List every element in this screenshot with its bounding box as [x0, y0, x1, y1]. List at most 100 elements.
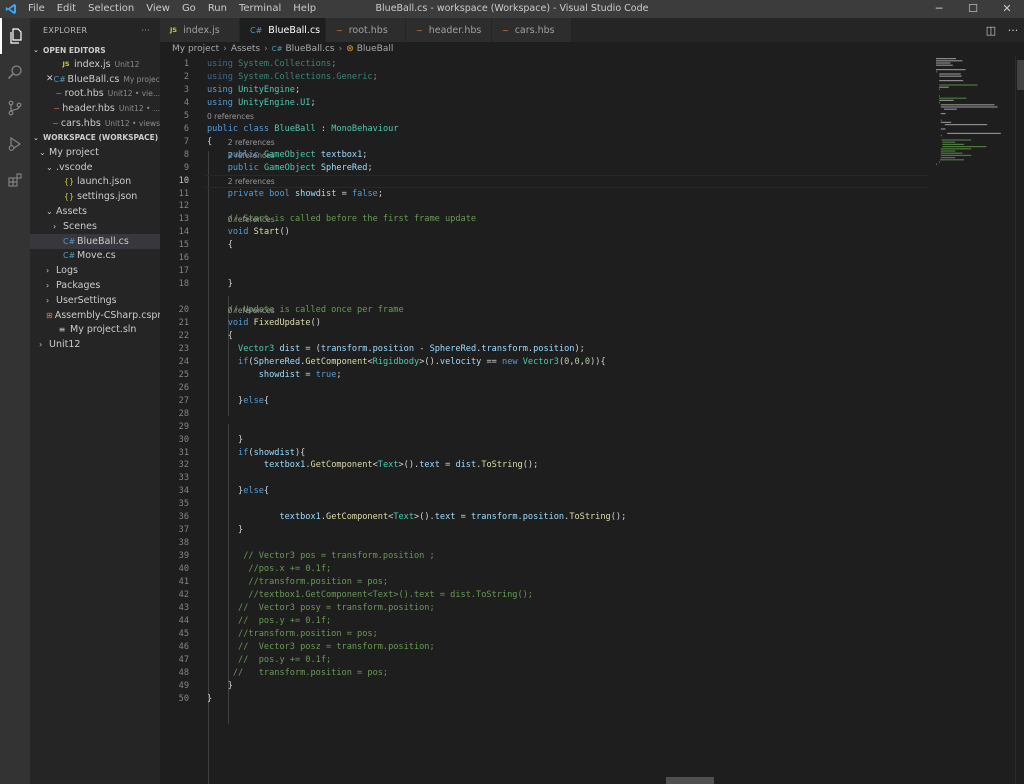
code-line[interactable]: 21 void FixedUpdate()	[160, 317, 930, 330]
code-line[interactable]: 37 }	[160, 524, 930, 537]
code-line[interactable]: 5	[160, 110, 930, 123]
code-line[interactable]: 50}	[160, 693, 930, 706]
close-window-button[interactable]: ✕	[990, 0, 1024, 18]
code-line[interactable]: 18 }	[160, 278, 930, 291]
more-actions-icon[interactable]: ···	[1002, 24, 1024, 37]
menu-run[interactable]: Run	[202, 0, 233, 18]
tab-cars-hbs[interactable]: ~ cars.hbs	[492, 18, 572, 42]
horizontal-scrollbar[interactable]	[666, 777, 714, 784]
scrollbar-thumb[interactable]	[1017, 60, 1024, 90]
file-item[interactable]: {} launch.json	[30, 175, 160, 190]
code-lens-references[interactable]: 2 references	[228, 176, 275, 188]
code-line[interactable]: 43 // Vector3 posy = transform.position;	[160, 602, 930, 615]
open-editor-item[interactable]: ~ root.hbs Unit12 • vie...	[30, 87, 160, 102]
folder-item[interactable]: ⌄ My project	[30, 145, 160, 160]
folder-item[interactable]: › Packages	[30, 278, 160, 293]
code-line[interactable]: 34 }else{	[160, 485, 930, 498]
code-line[interactable]: 2 using System.Collections.Generic;	[160, 71, 930, 84]
split-editor-icon[interactable]: ◫	[980, 24, 1002, 37]
code-lens-references[interactable]: 2 references	[228, 137, 275, 149]
tab-index-js[interactable]: JS index.js	[160, 18, 240, 42]
code-line[interactable]: 33	[160, 472, 930, 485]
code-lens-references[interactable]: 0 references	[228, 305, 275, 317]
folder-item[interactable]: › Logs	[30, 263, 160, 278]
code-line[interactable]: 1 using System.Collections;	[160, 58, 930, 71]
code-line[interactable]: 36 textbox1.GetComponent<Text>().text = …	[160, 511, 930, 524]
breadcrumb-item[interactable]: My project	[172, 44, 219, 54]
code-line[interactable]: 46 // Vector3 posz = transform.position;	[160, 641, 930, 654]
more-actions-icon[interactable]: ···	[141, 26, 150, 35]
code-line[interactable]: 27 }else{	[160, 395, 930, 408]
code-line[interactable]: 12	[160, 200, 930, 213]
folder-item[interactable]: ⌄ .vscode	[30, 160, 160, 175]
tab-root-hbs[interactable]: ~ root.hbs	[326, 18, 406, 42]
minimap[interactable]	[930, 56, 1015, 784]
menu-view[interactable]: View	[140, 0, 176, 18]
folder-item[interactable]: › Unit12	[30, 337, 160, 352]
menu-go[interactable]: Go	[176, 0, 202, 18]
code-line[interactable]: 15 {	[160, 239, 930, 252]
workspace-section[interactable]: ⌄ WORKSPACE (WORKSPACE)	[30, 131, 160, 145]
open-editor-item[interactable]: ~ cars.hbs Unit12 • views	[30, 116, 160, 131]
folder-item[interactable]: › UserSettings	[30, 293, 160, 308]
menu-help[interactable]: Help	[287, 0, 322, 18]
folder-item[interactable]: ⌄ Assets	[30, 204, 160, 219]
source-control-icon[interactable]	[0, 90, 30, 126]
code-line[interactable]: 8 public GameObject textbox1;	[160, 149, 930, 162]
open-editor-item[interactable]: ✕C#BlueBall.csMy project...	[30, 72, 160, 87]
code-line[interactable]: 22 {	[160, 330, 930, 343]
open-editor-item[interactable]: ~ header.hbs Unit12 • ...	[30, 101, 160, 116]
code-lens-references[interactable]: 2 references	[228, 150, 275, 162]
file-item[interactable]: C# BlueBall.cs	[30, 233, 160, 249]
code-line[interactable]: 10	[160, 175, 930, 188]
file-item[interactable]: ⊞ Assembly-CSharp.csproj	[30, 308, 160, 323]
code-line[interactable]: 17	[160, 265, 930, 278]
run-debug-icon[interactable]	[0, 126, 30, 162]
open-editors-section[interactable]: ⌄ OPEN EDITORS	[30, 43, 160, 57]
code-line[interactable]: 16	[160, 252, 930, 265]
search-icon[interactable]	[0, 54, 30, 90]
code-line[interactable]: 30 }	[160, 434, 930, 447]
code-line[interactable]: 13 // Start is called before the first f…	[160, 213, 930, 226]
file-item[interactable]: ≡ My project.sln	[30, 323, 160, 338]
code-line[interactable]: 28	[160, 408, 930, 421]
maximize-button[interactable]: ☐	[956, 0, 990, 18]
code-line[interactable]: 6 public class BlueBall : MonoBehaviour	[160, 123, 930, 136]
menu-selection[interactable]: Selection	[82, 0, 140, 18]
code-line[interactable]: 9 public GameObject SphereRed;	[160, 162, 930, 175]
code-line[interactable]: 32 textbox1.GetComponent<Text>().text = …	[160, 459, 930, 472]
file-item[interactable]: {} settings.json	[30, 189, 160, 204]
code-line[interactable]: 20 // Update is called once per frame	[160, 304, 930, 317]
code-line[interactable]: 48 // transform.position = pos;	[160, 667, 930, 680]
code-line[interactable]: 49 }	[160, 680, 930, 693]
code-line[interactable]: 29	[160, 421, 930, 434]
code-line[interactable]: 40 //pos.x += 0.1f;	[160, 563, 930, 576]
code-line[interactable]: 25 showdist = true;	[160, 369, 930, 382]
menu-terminal[interactable]: Terminal	[233, 0, 287, 18]
code-lens-references[interactable]: 0 references	[207, 111, 254, 123]
breadcrumb-item[interactable]: Assets	[231, 44, 260, 54]
code-line[interactable]: 31 if(showdist){	[160, 447, 930, 460]
open-editor-item[interactable]: JS index.js Unit12	[30, 57, 160, 72]
code-editor[interactable]: 1 using System.Collections; 2 using System.…	[160, 56, 930, 784]
code-line[interactable]: 35	[160, 498, 930, 511]
code-line[interactable]: 39 // Vector3 pos = transform.position ;	[160, 550, 930, 563]
code-line[interactable]: 45 //transform.position = pos;	[160, 628, 930, 641]
minimize-button[interactable]: ─	[922, 0, 956, 18]
code-line[interactable]: 11 private bool showdist = false;	[160, 188, 930, 201]
code-line[interactable]: 44 // pos.y += 0.1f;	[160, 615, 930, 628]
code-line[interactable]: 24 if(SphereRed.GetComponent<Rigidbody>(…	[160, 356, 930, 369]
code-line[interactable]: 42 //textbox1.GetComponent<Text>().text …	[160, 589, 930, 602]
code-line[interactable]: 4 using UnityEngine.UI;	[160, 97, 930, 110]
code-line[interactable]: 7{	[160, 136, 930, 149]
menu-edit[interactable]: Edit	[51, 0, 82, 18]
file-item[interactable]: C# Move.cs	[30, 249, 160, 264]
folder-item[interactable]: › Scenes	[30, 219, 160, 234]
close-icon[interactable]: ✕	[46, 74, 54, 84]
explorer-icon[interactable]	[0, 18, 30, 54]
code-line[interactable]: 38	[160, 537, 930, 550]
code-line[interactable]: 3 using UnityEngine;	[160, 84, 930, 97]
code-line[interactable]: 23 Vector3 dist = (transform.position - …	[160, 343, 930, 356]
code-line[interactable]: 41 //transform.position = pos;	[160, 576, 930, 589]
tab-blueball-cs[interactable]: C#BlueBall.cs✕	[240, 18, 339, 42]
